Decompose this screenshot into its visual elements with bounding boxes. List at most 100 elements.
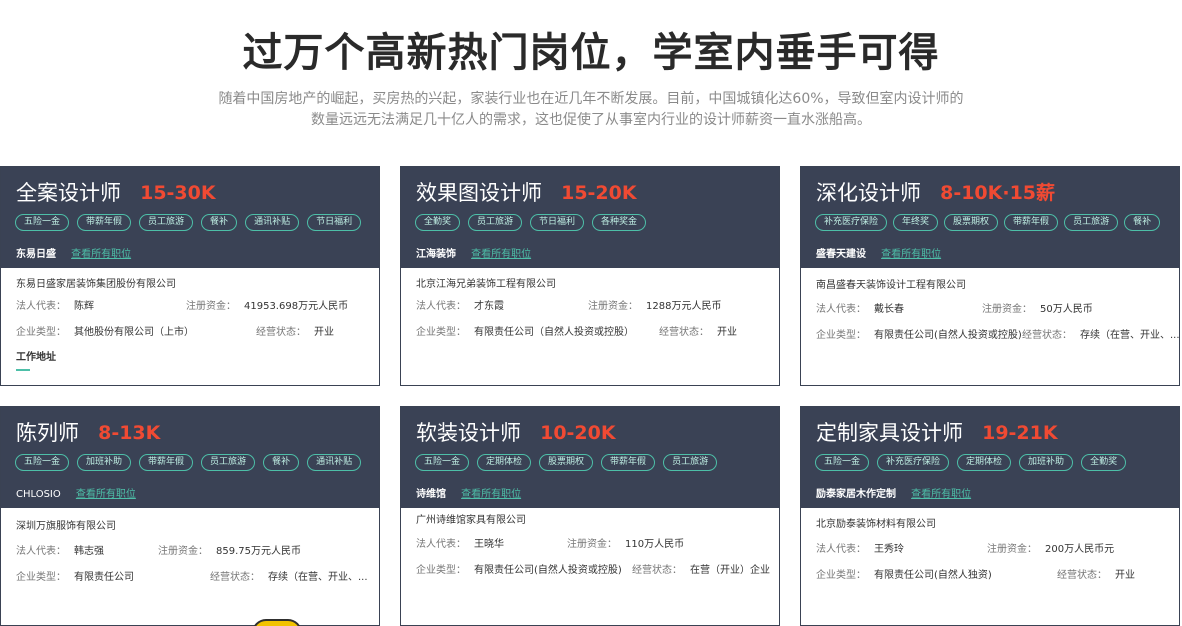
- info-row-rep: 法人代表： 陈辉 注册资金： 41953.698万元人民币: [16, 301, 349, 312]
- company-name: 广州诗维馆家具有限公司: [416, 515, 526, 526]
- benefit-tag: 补充医疗保险: [815, 214, 888, 231]
- company-type-value: 其他股份有限公司（上市）: [74, 327, 194, 338]
- benefit-tag: 餐补: [263, 454, 300, 471]
- status-value: 开业: [314, 327, 334, 338]
- job-card-4[interactable]: 陈列师 8-13K 五险一金 加班补助 带薪年假 员工旅游 餐补 通讯补贴 CHLOSIO…: [0, 406, 380, 626]
- job-card-1[interactable]: 全案设计师 15-30K 五险一金 带薪年假 员工旅游 餐补 通讯补贴 节日福利 东易日盛…: [0, 166, 380, 386]
- job-card-header: 定制家具设计师 19-21K 五险一金 补充医疗保险 定期体检 加班补助 全勤奖 励泰家…: [801, 407, 1179, 508]
- company-name: 深圳万旗服饰有限公司: [16, 521, 116, 532]
- benefit-tag: 通讯补贴: [307, 454, 362, 471]
- employer-brand: 励泰家居木作定制: [816, 489, 896, 500]
- benefit-tag: 员工旅游: [1064, 214, 1119, 231]
- benefit-tag: 员工旅游: [201, 454, 256, 471]
- job-card-5[interactable]: 软装设计师 10-20K 五险一金 定期体检 股票期权 带薪年假 员工旅游 诗维馆 查看…: [400, 406, 780, 626]
- job-title: 效果图设计师: [416, 181, 542, 205]
- decorative-illustration: [252, 619, 302, 626]
- job-salary: 8-13K: [98, 422, 161, 444]
- job-salary: 15-30K: [140, 182, 216, 204]
- company-type-value: 有限责任公司: [74, 572, 134, 583]
- job-card-6[interactable]: 定制家具设计师 19-21K 五险一金 补充医疗保险 定期体检 加班补助 全勤奖 励泰家…: [800, 406, 1180, 626]
- job-card-3[interactable]: 深化设计师 8-10K·15薪 补充医疗保险 年终奖 股票期权 带薪年假 员工旅游 餐补 …: [800, 166, 1180, 386]
- description-line-2: 数量远远无法满足几十亿人的需求，这也促使了从事室内行业的设计师薪资一直水涨船高。: [311, 112, 871, 128]
- info-row-rep: 法人代表： 戴长春 注册资金： 50万人民币: [816, 304, 1093, 315]
- info-row-type: 企业类型： 有限责任公司(自然人独资) 经营状态： 开业: [816, 570, 1135, 581]
- page-title: 过万个高新热门岗位，学室内垂手可得: [242, 30, 940, 76]
- employer-brand: 盛春天建设: [816, 249, 866, 260]
- benefit-tag: 加班补助: [77, 454, 132, 471]
- status-value: 开业: [717, 327, 737, 338]
- benefit-tag: 五险一金: [15, 214, 70, 231]
- description-line-1: 随着中国房地产的崛起，买房热的兴起，家装行业也在近几年不断发展。目前，中国城镇化…: [218, 91, 964, 107]
- employer-brand: CHLOSIO: [16, 489, 61, 500]
- status-value: 开业: [1115, 570, 1135, 581]
- company-type-value: 有限责任公司(自然人投资或控股): [474, 565, 622, 576]
- capital-value: 110万人民币: [625, 539, 685, 550]
- company-name: 北京励泰装饰材料有限公司: [816, 519, 936, 530]
- job-card-header: 软装设计师 10-20K 五险一金 定期体检 股票期权 带薪年假 员工旅游 诗维馆 查看…: [401, 407, 779, 508]
- benefit-tags: 全勤奖 员工旅游 节日福利 各种奖金: [415, 214, 654, 231]
- job-title: 深化设计师: [816, 181, 921, 205]
- job-salary: 15-20K: [561, 182, 637, 204]
- status-value: 存续（在营、开业、...: [268, 572, 368, 583]
- employer-brand: 诗维馆: [416, 489, 446, 500]
- info-row-type: 企业类型： 有限责任公司(自然人投资或控股) 经营状态： 存续（在营、开业、...: [816, 330, 1180, 341]
- work-address-tab[interactable]: 工作地址: [16, 351, 56, 365]
- capital-value: 41953.698万元人民币: [244, 301, 349, 312]
- tab-underline: [16, 369, 30, 371]
- job-card-header: 深化设计师 8-10K·15薪 补充医疗保险 年终奖 股票期权 带薪年假 员工旅游 餐补 …: [801, 167, 1179, 268]
- view-all-jobs-link[interactable]: 查看所有职位: [881, 249, 941, 260]
- benefit-tag: 补充医疗保险: [877, 454, 950, 471]
- job-title: 陈列师: [16, 421, 79, 445]
- benefit-tag: 节日福利: [307, 214, 362, 231]
- company-type-value: 有限责任公司(自然人投资或控股): [874, 330, 1022, 341]
- job-title: 全案设计师: [16, 181, 121, 205]
- benefit-tag: 股票期权: [539, 454, 594, 471]
- view-all-jobs-link[interactable]: 查看所有职位: [911, 489, 971, 500]
- benefit-tag: 五险一金: [15, 454, 70, 471]
- legal-rep-value: 陈辉: [74, 301, 94, 312]
- benefit-tags: 五险一金 定期体检 股票期权 带薪年假 员工旅游: [415, 454, 725, 471]
- benefit-tag: 股票期权: [944, 214, 999, 231]
- benefit-tag: 年终奖: [893, 214, 939, 231]
- info-row-type: 企业类型： 其他股份有限公司（上市） 经营状态： 开业: [16, 327, 334, 338]
- benefit-tag: 加班补助: [1019, 454, 1074, 471]
- job-card-2[interactable]: 效果图设计师 15-20K 全勤奖 员工旅游 节日福利 各种奖金 江海装饰 查看所有职…: [400, 166, 780, 386]
- info-row-rep: 法人代表： 韩志强 注册资金： 859.75万元人民币: [16, 546, 301, 557]
- info-row-rep: 法人代表： 王晓华 注册资金： 110万人民币: [416, 539, 685, 550]
- view-all-jobs-link[interactable]: 查看所有职位: [471, 249, 531, 260]
- benefit-tag: 全勤奖: [415, 214, 461, 231]
- benefit-tag: 定期体检: [957, 454, 1012, 471]
- info-row-type: 企业类型： 有限责任公司(自然人投资或控股) 经营状态： 在营（开业）企业: [416, 565, 770, 576]
- job-title: 定制家具设计师: [816, 421, 963, 445]
- benefit-tag: 餐补: [201, 214, 238, 231]
- view-all-jobs-link[interactable]: 查看所有职位: [71, 249, 131, 260]
- benefit-tag: 员工旅游: [139, 214, 194, 231]
- company-name: 北京江海兄弟装饰工程有限公司: [416, 279, 556, 290]
- capital-value: 1288万元人民币: [646, 301, 722, 312]
- capital-value: 50万人民币: [1040, 304, 1093, 315]
- capital-value: 859.75万元人民币: [216, 546, 301, 557]
- legal-rep-value: 韩志强: [74, 546, 104, 557]
- benefit-tag: 餐补: [1124, 214, 1161, 231]
- info-row-rep: 法人代表： 王秀玲 注册资金： 200万人民币元: [816, 544, 1115, 555]
- benefit-tags: 五险一金 加班补助 带薪年假 员工旅游 餐补 通讯补贴: [15, 454, 369, 471]
- job-card-header: 效果图设计师 15-20K 全勤奖 员工旅游 节日福利 各种奖金 江海装饰 查看所有职…: [401, 167, 779, 268]
- status-value: 存续（在营、开业、...: [1080, 330, 1180, 341]
- company-name: 东易日盛家居装饰集团股份有限公司: [16, 279, 176, 290]
- job-title: 软装设计师: [416, 421, 521, 445]
- benefit-tag: 带薪年假: [1004, 214, 1059, 231]
- employer-brand: 东易日盛: [16, 249, 56, 260]
- job-card-header: 全案设计师 15-30K 五险一金 带薪年假 员工旅游 餐补 通讯补贴 节日福利 东易日盛…: [1, 167, 379, 268]
- view-all-jobs-link[interactable]: 查看所有职位: [76, 489, 136, 500]
- legal-rep-value: 王秀玲: [874, 544, 904, 555]
- employer-brand: 江海装饰: [416, 249, 456, 260]
- benefit-tag: 带薪年假: [77, 214, 132, 231]
- benefit-tag: 带薪年假: [139, 454, 194, 471]
- info-row-rep: 法人代表： 才东霞 注册资金： 1288万元人民币: [416, 301, 722, 312]
- company-name: 南昌盛春天装饰设计工程有限公司: [816, 280, 966, 291]
- capital-value: 200万人民币元: [1045, 544, 1115, 555]
- benefit-tags: 五险一金 补充医疗保险 定期体检 加班补助 全勤奖: [815, 454, 1134, 471]
- company-type-value: 有限责任公司（自然人投资或控股）: [474, 327, 634, 338]
- benefit-tag: 五险一金: [815, 454, 870, 471]
- view-all-jobs-link[interactable]: 查看所有职位: [461, 489, 521, 500]
